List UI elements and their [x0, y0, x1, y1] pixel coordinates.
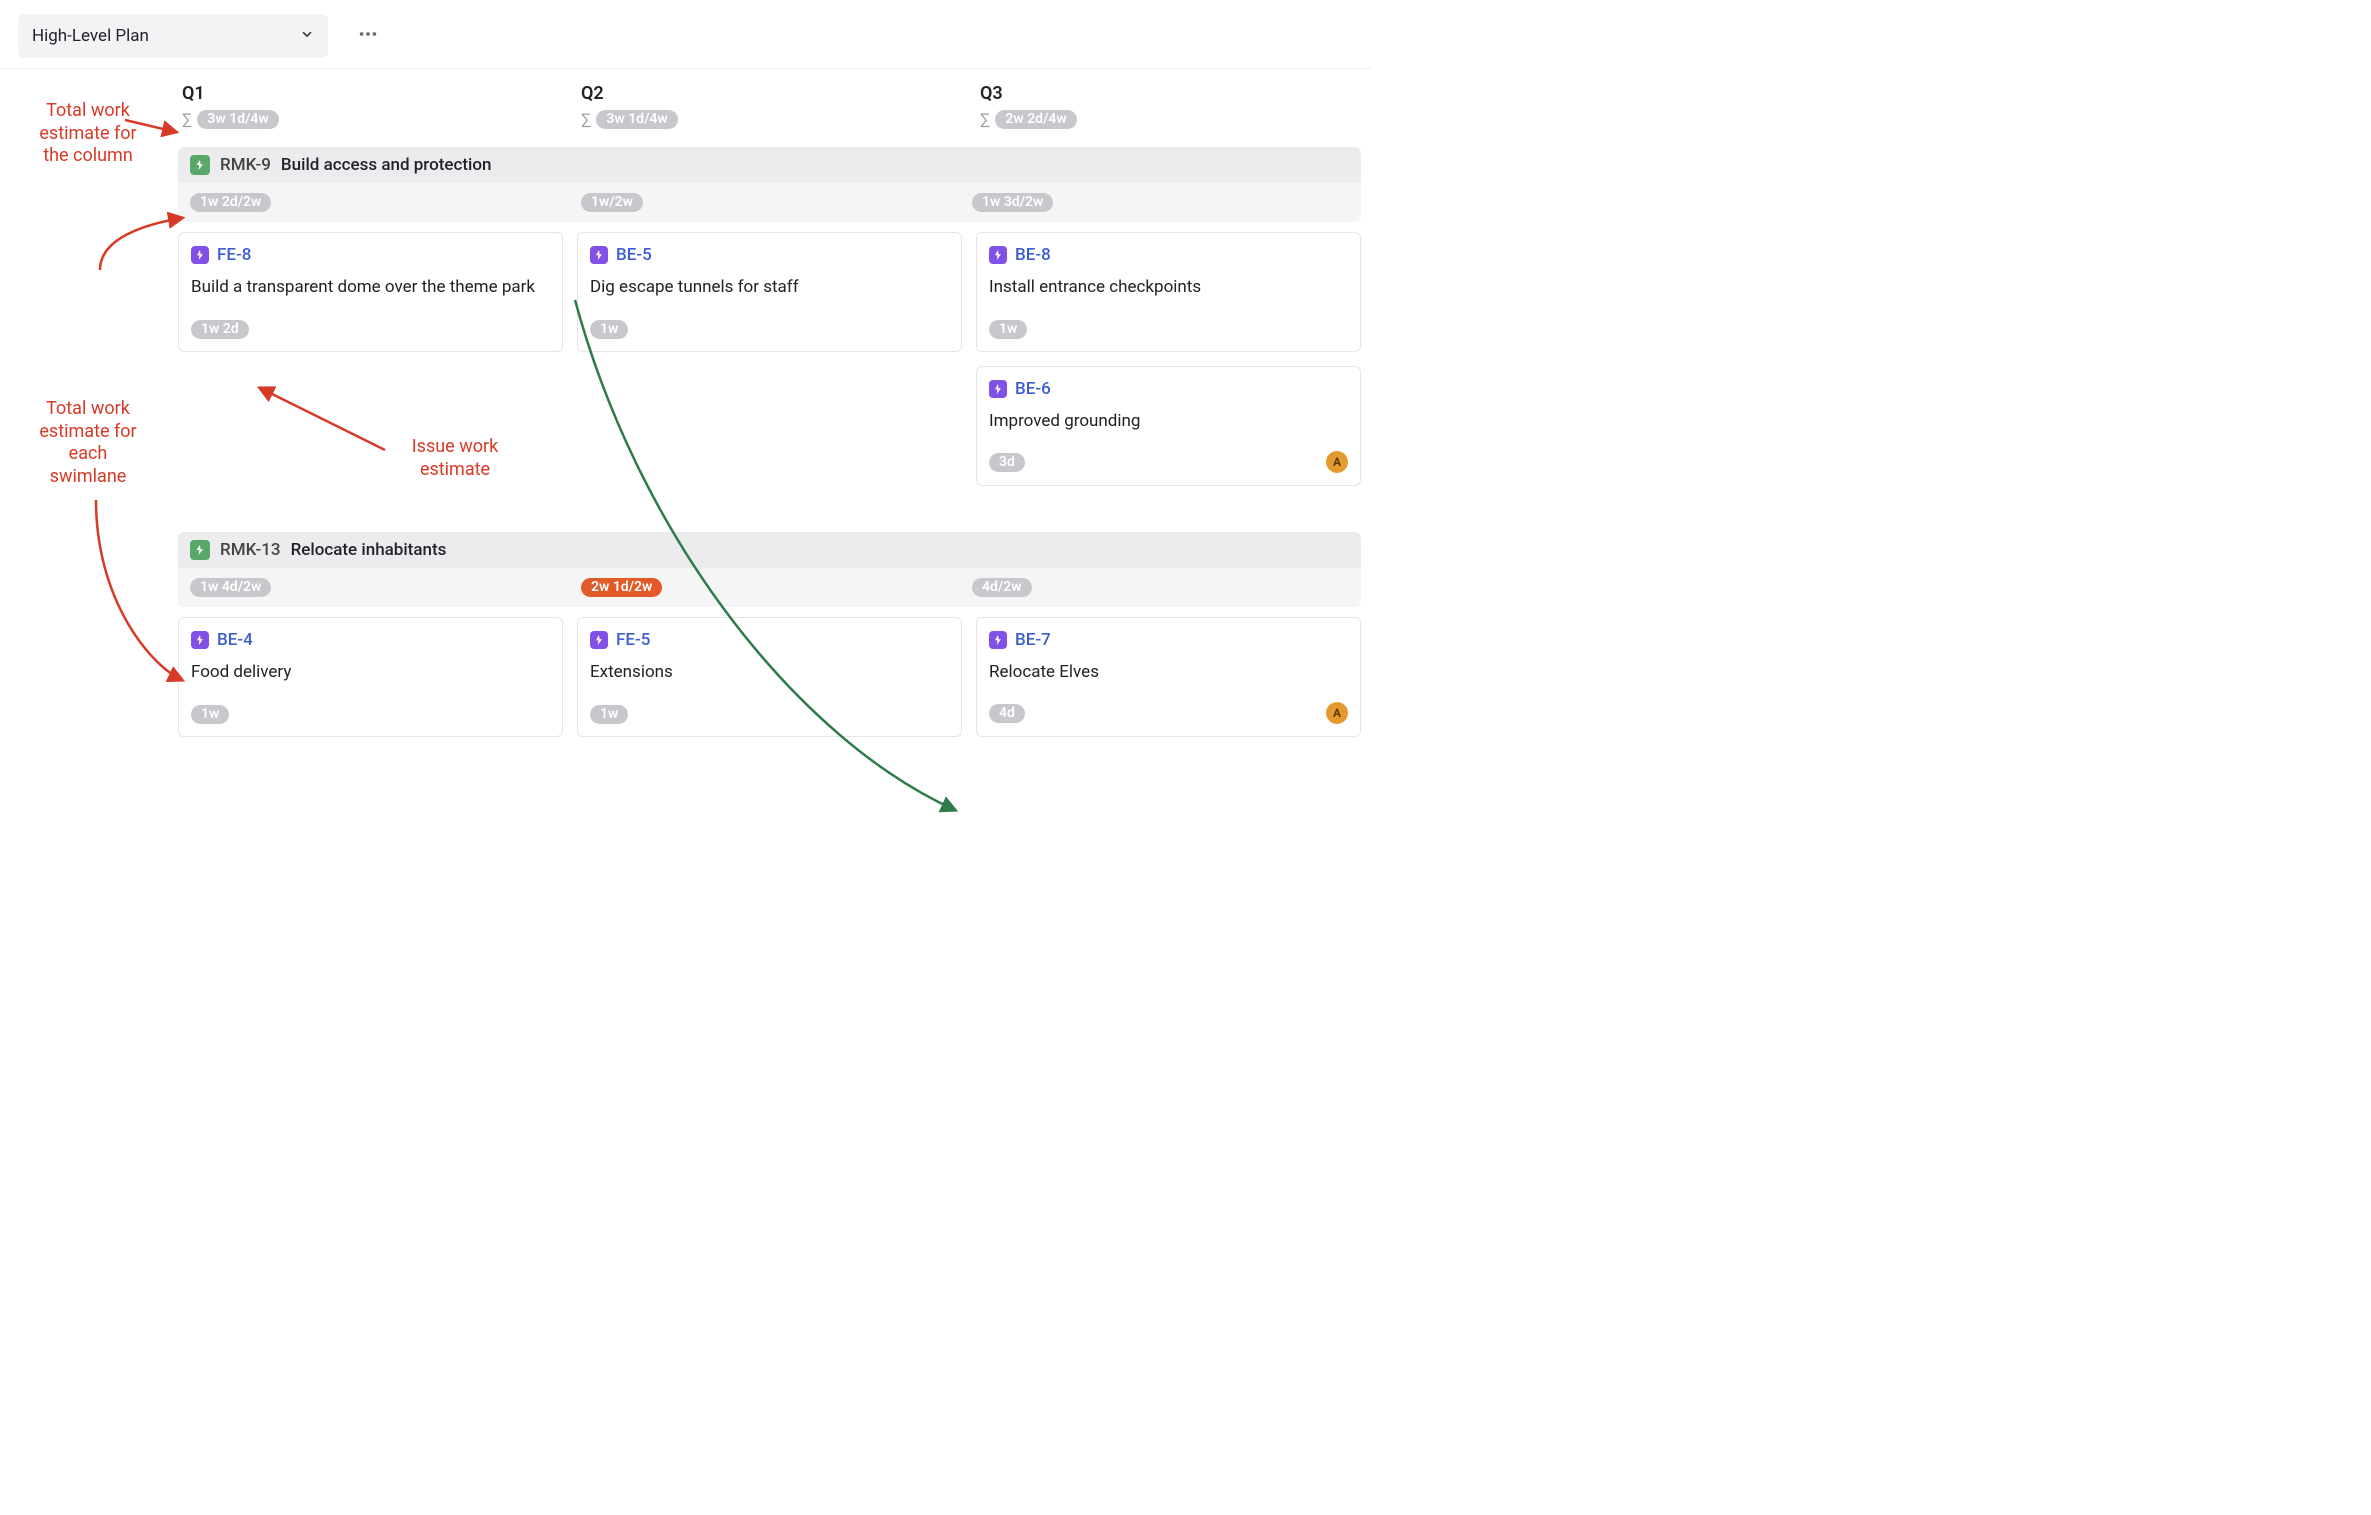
swimlane-title: Build access and protection	[281, 155, 492, 175]
swimlane-sum-pill: 1w 4d/2w	[190, 578, 271, 597]
swimlane: RMK-9 Build access and protection 1w 2d/…	[178, 147, 1361, 222]
chevron-down-icon	[300, 26, 314, 46]
issue-card[interactable]: BE-4 Food delivery 1w	[178, 617, 563, 737]
issue-card[interactable]: BE-5 Dig escape tunnels for staff 1w	[577, 232, 962, 352]
column-cards: BE-7 Relocate Elves 4d A	[976, 617, 1361, 737]
epic-icon	[190, 540, 210, 560]
column-header: Q1 ∑ 3w 1d/4w	[178, 69, 563, 135]
issue-estimate-pill: 1w	[191, 705, 229, 724]
toolbar: High-Level Plan	[0, 0, 1371, 69]
swimlane: RMK-13 Relocate inhabitants 1w 4d/2w 2w …	[178, 532, 1361, 607]
issue-key: BE-4	[217, 630, 253, 650]
bolt-icon	[989, 380, 1007, 398]
column-sum: ∑ 3w 1d/4w	[182, 110, 559, 129]
column-title: Q3	[980, 83, 1357, 104]
issue-key: BE-6	[1015, 379, 1051, 399]
issue-title: Food delivery	[191, 662, 550, 682]
epic-icon	[190, 155, 210, 175]
bolt-icon	[590, 631, 608, 649]
issue-title: Install entrance checkpoints	[989, 277, 1348, 297]
view-select[interactable]: High-Level Plan	[18, 14, 328, 58]
issue-estimate-pill: 1w	[590, 320, 628, 339]
column-cards: BE-5 Dig escape tunnels for staff 1w	[577, 232, 962, 486]
issue-card[interactable]: BE-8 Install entrance checkpoints 1w	[976, 232, 1361, 352]
column-cards: BE-8 Install entrance checkpoints 1w BE-…	[976, 232, 1361, 486]
issue-key: BE-8	[1015, 245, 1051, 265]
issue-key: FE-8	[217, 245, 251, 265]
column-title: Q1	[182, 83, 559, 104]
issue-title: Extensions	[590, 662, 949, 682]
issue-estimate-pill: 3d	[989, 453, 1025, 472]
swimlane-key: RMK-9	[220, 155, 271, 175]
column-cards: BE-4 Food delivery 1w	[178, 617, 563, 737]
swimlane-header[interactable]: RMK-13 Relocate inhabitants	[178, 532, 1361, 568]
bolt-icon	[989, 631, 1007, 649]
column-sum-pill: 3w 1d/4w	[197, 110, 278, 129]
issue-estimate-pill: 1w	[590, 705, 628, 724]
swimlane-cards: FE-8 Build a transparent dome over the t…	[178, 232, 1361, 486]
issue-estimate-pill: 4d	[989, 704, 1025, 723]
column-header: Q2 ∑ 3w 1d/4w	[577, 69, 962, 135]
sigma-icon: ∑	[581, 112, 590, 128]
issue-card[interactable]: BE-6 Improved grounding 3d A	[976, 366, 1361, 486]
view-select-label: High-Level Plan	[32, 26, 149, 46]
bolt-icon	[989, 246, 1007, 264]
swimlane-cards: BE-4 Food delivery 1w FE-5 Extensions	[178, 617, 1361, 737]
kanban-board: Q1 ∑ 3w 1d/4w Q2 ∑ 3w 1d/4w Q3 ∑ 2w 2d/4…	[0, 69, 1371, 737]
issue-estimate-pill: 1w	[989, 320, 1027, 339]
issue-title: Dig escape tunnels for staff	[590, 277, 949, 297]
swimlane-sum-pill: 1w 3d/2w	[972, 193, 1053, 212]
swimlane-sums: 1w 4d/2w 2w 1d/2w 4d/2w	[178, 568, 1361, 607]
issue-card[interactable]: FE-8 Build a transparent dome over the t…	[178, 232, 563, 352]
column-cards: FE-5 Extensions 1w	[577, 617, 962, 737]
column-sum: ∑ 3w 1d/4w	[581, 110, 958, 129]
swimlane-key: RMK-13	[220, 540, 281, 560]
swimlane-title: Relocate inhabitants	[291, 540, 447, 560]
swimlane-header[interactable]: RMK-9 Build access and protection	[178, 147, 1361, 183]
column-title: Q2	[581, 83, 958, 104]
sigma-icon: ∑	[182, 112, 191, 128]
issue-title: Improved grounding	[989, 411, 1348, 431]
column-sum: ∑ 2w 2d/4w	[980, 110, 1357, 129]
swimlane-sums: 1w 2d/2w 1w/2w 1w 3d/2w	[178, 183, 1361, 222]
swimlane-sum-pill: 1w 2d/2w	[190, 193, 271, 212]
issue-estimate-pill: 1w 2d	[191, 320, 249, 339]
column-cards: FE-8 Build a transparent dome over the t…	[178, 232, 563, 486]
column-sum-pill: 2w 2d/4w	[995, 110, 1076, 129]
swimlane-sum-pill: 2w 1d/2w	[581, 578, 662, 597]
assignee-avatar[interactable]: A	[1326, 702, 1348, 724]
issue-key: BE-7	[1015, 630, 1051, 650]
issue-title: Build a transparent dome over the theme …	[191, 277, 550, 297]
sigma-icon: ∑	[980, 112, 989, 128]
bolt-icon	[590, 246, 608, 264]
swimlane-sum-pill: 1w/2w	[581, 193, 643, 212]
issue-card[interactable]: BE-7 Relocate Elves 4d A	[976, 617, 1361, 737]
column-headers: Q1 ∑ 3w 1d/4w Q2 ∑ 3w 1d/4w Q3 ∑ 2w 2d/4…	[178, 69, 1361, 135]
column-sum-pill: 3w 1d/4w	[596, 110, 677, 129]
swimlane-sum-pill: 4d/2w	[972, 578, 1032, 597]
issue-title: Relocate Elves	[989, 662, 1348, 682]
more-menu-button[interactable]	[350, 18, 386, 54]
bolt-icon	[191, 631, 209, 649]
bolt-icon	[191, 246, 209, 264]
column-header: Q3 ∑ 2w 2d/4w	[976, 69, 1361, 135]
issue-card[interactable]: FE-5 Extensions 1w	[577, 617, 962, 737]
issue-key: BE-5	[616, 245, 652, 265]
issue-key: FE-5	[616, 630, 650, 650]
more-horizontal-icon	[357, 23, 379, 50]
assignee-avatar[interactable]: A	[1326, 451, 1348, 473]
